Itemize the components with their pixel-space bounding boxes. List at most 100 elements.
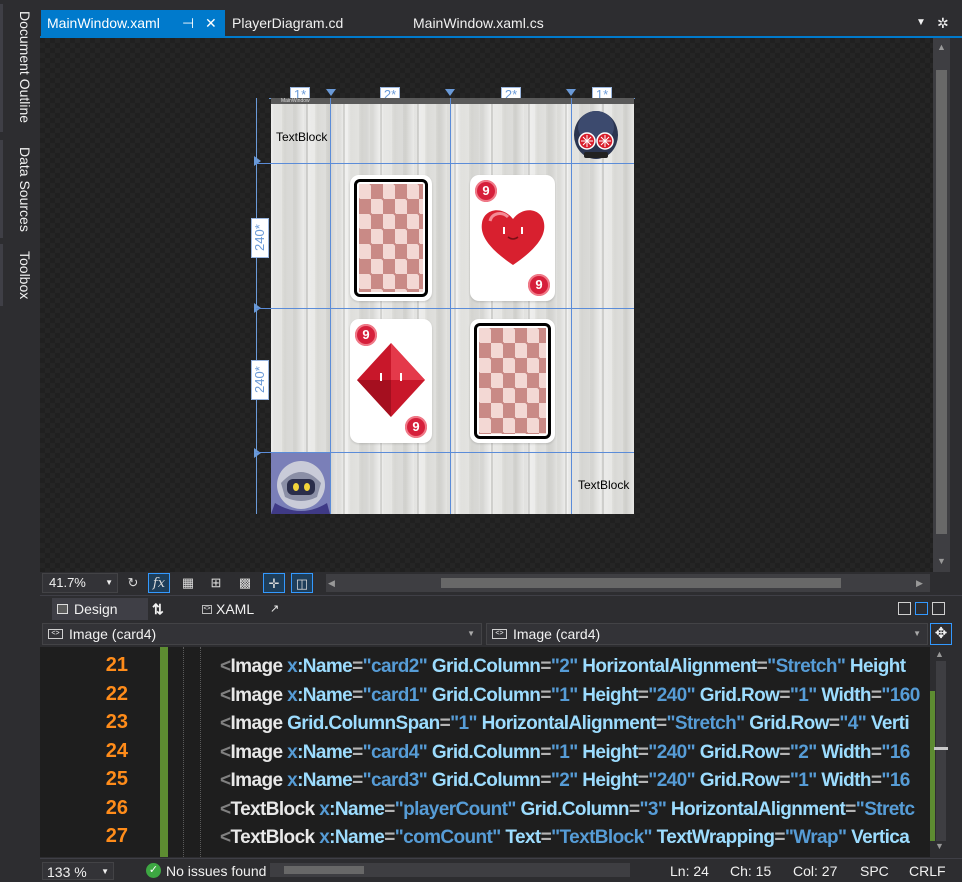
code-token: x [287, 684, 298, 706]
code-token: Grid.Column [515, 798, 629, 820]
char-indicator[interactable]: Ch: 15 [730, 862, 771, 880]
code-token: = [540, 770, 551, 791]
scroll-down-arrow-icon[interactable]: ▼ [935, 841, 944, 851]
scrollbar-thumb[interactable] [284, 866, 364, 874]
side-tab-indicator [0, 4, 3, 132]
issues-status[interactable]: No issues found [166, 862, 266, 880]
editor-zoom-select[interactable]: 133 % ▼ [42, 862, 114, 880]
xaml-code-editor[interactable]: 21 22 23 24 25 26 27 <Image x:Name="card2" Gri… [40, 647, 930, 857]
card2-image[interactable]: 9 9 [470, 175, 555, 301]
whitespace-indicator[interactable]: SPC [860, 862, 889, 880]
vertical-split-icon[interactable] [898, 602, 911, 615]
snap-grid-icon[interactable]: ⊞ [205, 573, 227, 593]
tab-list-dropdown-icon[interactable]: ▼ [916, 10, 926, 36]
side-tab-data-sources[interactable]: Data Sources [5, 144, 33, 232]
code-line[interactable]: <Image x:Name="card2" Grid.Column="2" Ho… [220, 653, 906, 681]
element-select-left[interactable]: <> Image (card4) ▼ [42, 623, 482, 645]
code-token: = [637, 770, 649, 791]
scroll-up-arrow-icon[interactable]: ▲ [935, 649, 944, 659]
fx-icon[interactable]: fx [148, 573, 170, 593]
code-line[interactable]: <Image Grid.ColumnSpan="1" HorizontalAli… [220, 710, 910, 738]
checker-icon[interactable]: ▩ [234, 573, 256, 593]
close-icon[interactable]: ✕ [205, 10, 217, 36]
side-tab-indicator [0, 244, 3, 306]
column-divider-handle[interactable] [566, 89, 576, 96]
code-token: Image [230, 770, 288, 791]
popout-icon[interactable]: ↗ [270, 598, 284, 620]
code-token: "card3" [362, 770, 428, 791]
diamond-pattern [359, 184, 423, 292]
design-view-icon [57, 604, 68, 614]
row-divider-handle[interactable] [254, 448, 261, 458]
column-divider-handle[interactable] [445, 89, 455, 96]
player-count-textblock[interactable]: TextBlock [276, 130, 327, 144]
line-ending-indicator[interactable]: CRLF [909, 862, 946, 880]
tab-mainwindow-xaml[interactable]: MainWindow.xaml ⊣ ✕ [41, 10, 225, 36]
line-number: 22 [105, 682, 128, 705]
scrollbar-thumb[interactable] [441, 578, 841, 588]
scroll-down-arrow-icon[interactable]: ▼ [933, 556, 950, 566]
designer-zoom-select[interactable]: 41.7% ▼ [42, 573, 118, 593]
row-divider-handle[interactable] [254, 156, 261, 166]
grid-row-line [256, 308, 634, 309]
editor-horizontal-scrollbar[interactable] [270, 863, 630, 877]
side-tab-document-outline[interactable]: Document Outline [5, 8, 33, 123]
gear-icon[interactable]: ✲ [937, 10, 949, 36]
card4-image[interactable]: 9 9 [350, 319, 432, 443]
split-editor-icon[interactable]: ✥ [930, 623, 952, 645]
collapse-pane-icon[interactable] [932, 602, 945, 615]
code-token: "240" [648, 741, 696, 763]
code-line[interactable]: <TextBlock x:Name="playerCount" Grid.Col… [220, 796, 915, 824]
element-select-value: Image (card4) [69, 626, 157, 642]
code-token: "1" [789, 684, 817, 706]
xaml-tab[interactable]: <> XAML [200, 598, 262, 620]
side-tab-toolbox[interactable]: Toolbox [5, 248, 33, 299]
scroll-up-arrow-icon[interactable]: ▲ [933, 42, 950, 52]
scrollbar-thumb[interactable] [936, 70, 947, 534]
code-line[interactable]: <Image x:Name="card3" Grid.Column="2" He… [220, 767, 910, 795]
editor-vertical-scrollbar[interactable]: ▲ ▼ [930, 647, 950, 857]
code-token: x [287, 770, 298, 791]
card3-image[interactable] [470, 319, 555, 443]
snap-lines-icon[interactable]: ✛ [263, 573, 285, 593]
pin-icon[interactable]: ⊣ [182, 10, 194, 36]
scroll-left-arrow-icon[interactable]: ◀ [328, 574, 335, 592]
code-token: Grid.Row [744, 713, 829, 734]
code-token: Vertica [846, 827, 910, 848]
device-icon[interactable]: ◫ [291, 573, 313, 593]
player-avatar[interactable] [271, 453, 330, 514]
code-line[interactable]: <TextBlock x:Name="comCount" Text="TextB… [220, 824, 910, 852]
element-select-right[interactable]: <> Image (card4) ▼ [486, 623, 928, 645]
designer-toolbar: 41.7% ▼ ↻ fx ▦ ⊞ ▩ ✛ ◫ ◀ ▶ [40, 572, 962, 594]
chevron-down-icon: ▼ [467, 629, 475, 638]
line-indicator[interactable]: Ln: 24 [670, 862, 709, 880]
tab-label: MainWindow.xaml [47, 15, 160, 31]
design-tab[interactable]: Design [52, 598, 148, 620]
horizontal-split-icon[interactable] [915, 602, 928, 615]
tab-playerdiagram-cd[interactable]: PlayerDiagram.cd [226, 10, 396, 36]
com-count-textblock[interactable]: TextBlock [578, 478, 629, 492]
code-line[interactable]: <Image x:Name="card1" Grid.Column="1" He… [220, 682, 920, 710]
column-indicator[interactable]: Col: 27 [793, 862, 837, 880]
design-surface[interactable]: 1* 2* 2* 1* 240* 240* MainWindow TextBlo… [40, 38, 933, 572]
editor-status-bar: 133 % ▼ ✓ No issues found Ln: 24 Ch: 15 C… [40, 858, 962, 882]
scrollbar-thumb[interactable] [936, 661, 946, 841]
designer-vertical-scrollbar[interactable]: ▲ ▼ [933, 38, 950, 572]
opponent-avatar[interactable] [572, 105, 620, 163]
tab-mainwindow-xaml-cs[interactable]: MainWindow.xaml.cs [407, 10, 577, 36]
code-token: = [655, 713, 667, 734]
row-size-label[interactable]: 240* [251, 360, 269, 400]
code-line[interactable]: <Image x:Name="card4" Grid.Column="1" He… [220, 739, 910, 767]
code-token: Height [577, 741, 638, 763]
scroll-right-arrow-icon[interactable]: ▶ [916, 574, 923, 592]
element-select-value: Image (card4) [513, 626, 601, 642]
row-size-label[interactable]: 240* [251, 218, 269, 258]
card1-image[interactable] [350, 175, 432, 301]
column-divider-handle[interactable] [326, 89, 336, 96]
swap-panes-icon[interactable]: ⇅ [152, 598, 168, 620]
code-token: Grid.Row [695, 770, 780, 791]
designer-horizontal-scrollbar[interactable]: ◀ ▶ [326, 574, 930, 592]
main-window-preview[interactable]: MainWindow TextBlock TextBlock 9 9 9 9 [256, 98, 634, 514]
refresh-icon[interactable]: ↻ [122, 573, 144, 593]
grid-icon[interactable]: ▦ [177, 573, 199, 593]
